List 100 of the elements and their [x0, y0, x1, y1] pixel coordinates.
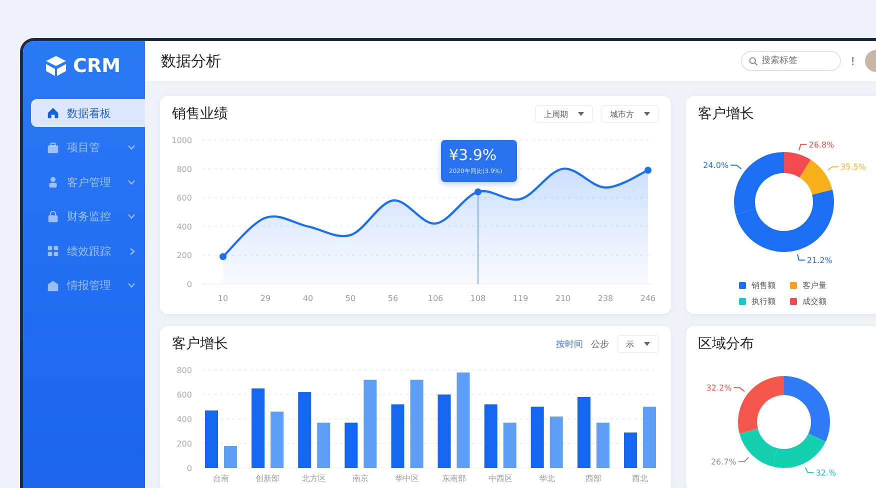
legend-label: 客户量 — [802, 280, 826, 291]
sidebar-item[interactable]: 情报管理 — [31, 272, 145, 300]
data-point — [644, 166, 652, 174]
axis-tick-label: 800 — [176, 164, 192, 174]
caret-icon — [578, 112, 584, 116]
bar — [643, 406, 656, 468]
axis-tick-label: 600 — [176, 194, 192, 203]
bar — [577, 396, 590, 468]
axis-tick-label: 56 — [388, 294, 398, 303]
axis-tick-label: 0 — [186, 280, 192, 289]
caret-icon — [644, 342, 650, 346]
leader-line — [730, 164, 742, 170]
sidebar-item[interactable]: 数据看板 — [31, 99, 145, 127]
sidebar-item[interactable]: 绩效跟踪 — [31, 237, 145, 265]
slice-label: 24.0% — [703, 161, 729, 170]
data-point — [220, 253, 226, 260]
axis-tick-label: 华北 — [538, 474, 555, 483]
slice-label: 26.7% — [710, 458, 736, 467]
bar — [550, 416, 563, 468]
bar — [270, 412, 284, 468]
dropdown[interactable]: 城市方 — [601, 105, 659, 123]
axis-tick-label: 200 — [176, 440, 192, 448]
bar — [391, 404, 404, 468]
axis-tick-label: 50 — [345, 294, 356, 303]
annotation: ¥3.9% — [449, 146, 498, 164]
bar — [484, 404, 498, 468]
chevron-right-icon — [130, 248, 135, 254]
axis-tick-label: 0 — [186, 464, 192, 473]
axis-tick-label: 400 — [176, 415, 192, 424]
bar — [530, 406, 544, 468]
axis-tick-label: 106 — [428, 294, 444, 303]
bar — [624, 432, 637, 468]
legend-label: 成交额 — [802, 296, 826, 307]
slice-label: 26.8% — [808, 140, 834, 150]
axis-tick-label: 华中区 — [395, 474, 420, 483]
axis-tick-label: 1000 — [172, 136, 192, 145]
avatar[interactable] — [865, 50, 876, 72]
axis-tick-label: 210 — [555, 294, 571, 303]
axis-tick-label: 西北 — [632, 474, 648, 483]
axis-tick-label: 北方区 — [302, 474, 326, 483]
bar — [344, 422, 358, 468]
leader-line — [796, 254, 806, 261]
slice-label: 32.2% — [706, 384, 732, 393]
leader-line — [804, 466, 814, 474]
slice-label: 35.5% — [840, 162, 866, 172]
page-title: 数据分析 — [161, 52, 222, 70]
card-title: 销售业绩 — [172, 105, 229, 123]
leader-line — [738, 456, 750, 462]
axis-tick-label: 400 — [176, 222, 192, 232]
chevron-down-icon — [128, 180, 135, 184]
card-title: 客户增长 — [172, 335, 229, 353]
axis-tick-label: 创新部 — [256, 474, 280, 483]
building-icon — [47, 280, 59, 292]
home-icon — [47, 107, 59, 119]
bar — [503, 422, 516, 468]
card-title: 区域分布 — [698, 335, 755, 353]
axis-tick-label: 800 — [176, 366, 192, 375]
leader-line — [798, 144, 808, 151]
bar — [224, 446, 237, 468]
axis-tick-label: 119 — [512, 294, 528, 303]
leader-line — [733, 387, 745, 392]
sidebar-item[interactable]: 财务监控 — [31, 202, 145, 230]
chevron-down-icon — [128, 283, 135, 288]
slice-label: 21.2% — [806, 256, 832, 266]
axis-tick-label: 南京 — [352, 474, 369, 483]
sidebar-item[interactable]: 项目管 — [31, 134, 145, 162]
cube-icon — [45, 55, 67, 77]
search-icon — [748, 56, 758, 66]
bar — [317, 422, 330, 468]
axis-tick-label: 600 — [176, 390, 192, 400]
filter-link[interactable]: 按时间 — [556, 338, 583, 350]
person-icon — [47, 176, 59, 188]
axis-tick-label: 西部 — [585, 474, 602, 483]
bar — [205, 410, 218, 468]
axis-tick-label: 29 — [260, 294, 271, 303]
axis-tick-label: 10 — [218, 294, 228, 303]
data-point — [474, 188, 482, 196]
axis-tick-label: 中西区 — [488, 474, 512, 483]
axis-tick-label: 246 — [640, 294, 656, 303]
filter-label: 公步 — [591, 338, 609, 350]
caret-icon — [644, 112, 650, 116]
dropdown[interactable]: 示 — [617, 335, 659, 353]
legend-label: 销售额 — [752, 280, 776, 291]
slice-label: 32.% — [816, 468, 836, 478]
logo-text: CRM — [73, 55, 120, 77]
axis-tick-label: 108 — [470, 294, 486, 303]
axis-tick-label: 200 — [176, 251, 192, 260]
search-field[interactable]: 搜索标签 — [740, 51, 841, 71]
grid-icon — [47, 245, 59, 257]
leader-line — [827, 166, 840, 171]
sidebar-item[interactable]: 客户管理 — [31, 168, 145, 196]
axis-tick-label: 东南部 — [442, 474, 466, 483]
chevron-down-icon — [128, 214, 135, 219]
briefcase-icon — [47, 142, 59, 154]
alert-mark: ! — [850, 54, 855, 68]
dropdown[interactable]: 上周期 — [535, 105, 593, 123]
bar — [596, 422, 610, 468]
legend-label: 执行额 — [752, 296, 776, 307]
lock-icon — [47, 210, 59, 222]
card-title: 客户增长 — [698, 105, 755, 123]
